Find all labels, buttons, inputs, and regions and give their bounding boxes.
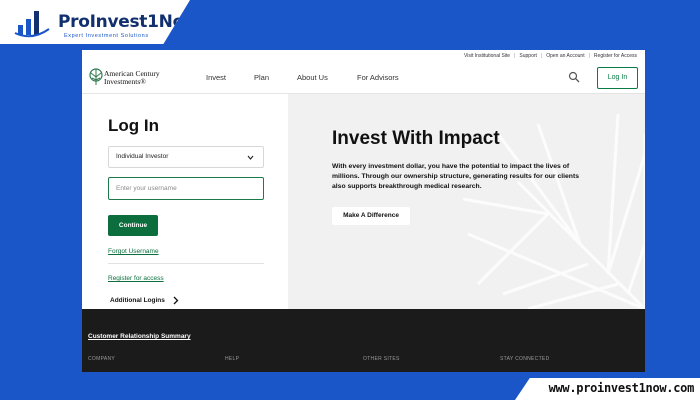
login-panel: Log In Individual Investor Continue Forg… — [82, 94, 288, 309]
util-link-institutional[interactable]: Visit Institutional Site — [460, 53, 514, 59]
bar-chart-logo-icon — [14, 11, 50, 38]
divider — [108, 263, 264, 264]
make-a-difference-button[interactable]: Make A Difference — [332, 207, 410, 225]
footer: Customer Relationship Summary COMPANY HE… — [82, 309, 645, 372]
brand-banner: ProInvest1Now Expert Investment Solution… — [0, 0, 190, 44]
website-screenshot: Visit Institutional Site | Support | Ope… — [82, 50, 645, 372]
chevron-right-icon[interactable] — [172, 296, 179, 305]
login-title: Log In — [108, 116, 159, 135]
continue-button[interactable]: Continue — [108, 215, 158, 236]
footer-column-help: HELP — [225, 356, 240, 362]
nav-about-us[interactable]: About Us — [297, 73, 328, 82]
footer-column-other-sites: OTHER SITES — [363, 356, 400, 362]
account-type-value: Individual Investor — [116, 153, 169, 160]
footer-column-company: COMPANY — [88, 356, 116, 362]
nav-plan[interactable]: Plan — [254, 73, 269, 82]
account-type-select[interactable]: Individual Investor — [108, 146, 264, 168]
hero-section: Invest With Impact With every investment… — [288, 94, 645, 309]
header-login-button[interactable]: Log In — [597, 67, 638, 89]
register-link[interactable]: Register for access — [108, 275, 164, 282]
hero-title: Invest With Impact — [332, 128, 500, 149]
username-input[interactable] — [108, 177, 264, 200]
leaf-pattern-decoration — [462, 113, 645, 309]
customer-relationship-summary-link[interactable]: Customer Relationship Summary — [88, 333, 191, 340]
website-url: www.proinvest1now.com — [548, 381, 695, 395]
tree-logo-icon[interactable] — [88, 68, 104, 86]
brand-tagline: Expert Investment Solutions — [64, 33, 149, 39]
search-icon[interactable] — [568, 71, 580, 83]
chevron-down-icon — [247, 155, 254, 160]
brand-name: ProInvest1Now — [58, 12, 200, 32]
hero-description: With every investment dollar, you have t… — [332, 163, 579, 190]
utility-nav: Visit Institutional Site | Support | Ope… — [82, 50, 645, 62]
website-url-banner: www.proinvest1now.com — [515, 378, 700, 400]
util-link-support[interactable]: Support — [515, 53, 541, 59]
util-link-open-account[interactable]: Open an Account — [542, 53, 588, 59]
forgot-username-link[interactable]: Forgot Username — [108, 248, 159, 255]
nav-for-advisors[interactable]: For Advisors — [357, 73, 399, 82]
footer-column-stay-connected: STAY CONNECTED — [500, 356, 550, 362]
main-nav: American Century Investments® Invest Pla… — [82, 62, 645, 94]
additional-logins-link[interactable]: Additional Logins — [110, 297, 165, 304]
util-link-register[interactable]: Register for Access — [590, 53, 641, 59]
company-logo-text[interactable]: American Century Investments® — [104, 70, 174, 86]
nav-invest[interactable]: Invest — [206, 73, 226, 82]
